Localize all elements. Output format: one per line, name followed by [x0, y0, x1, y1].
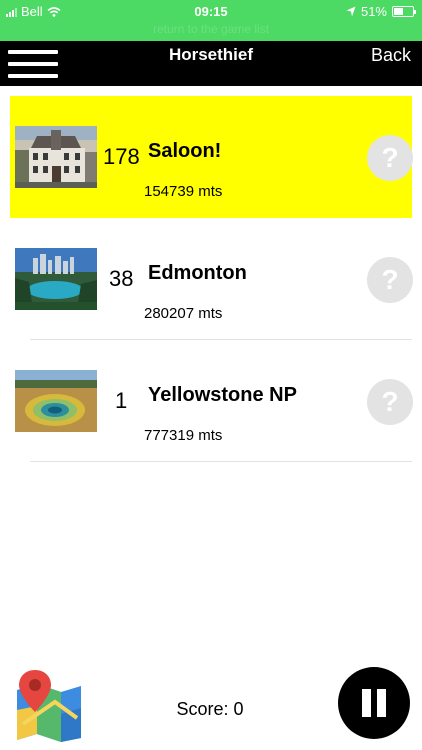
visit-count: 38 — [109, 266, 134, 291]
list-item[interactable]: 1 Yellowstone NP 777319 mts ? — [10, 340, 413, 462]
help-button[interactable]: ? — [367, 379, 413, 425]
status-bar: Bell 09:15 return to the game list 51% — [0, 0, 422, 41]
battery-icon — [392, 6, 416, 17]
nav-bar: Horsethief Back — [0, 41, 422, 86]
yellowstone-spring-photo — [15, 370, 97, 432]
edmonton-skyline-photo — [15, 248, 97, 310]
pause-button[interactable] — [338, 667, 410, 739]
destination-name: Edmonton — [148, 262, 247, 284]
location-arrow-icon — [346, 6, 356, 17]
destination-distance: 280207 mts — [144, 305, 223, 322]
pause-icon — [377, 689, 386, 717]
saloon-photo — [15, 126, 97, 188]
score-label: Score: 0 — [176, 699, 244, 719]
nav-title: Horsethief — [168, 45, 254, 64]
battery-percent: 51% — [360, 4, 387, 19]
status-right: 51% — [346, 4, 416, 19]
row-divider — [30, 461, 412, 462]
help-button[interactable]: ? — [367, 257, 413, 303]
visit-count: 1 — [115, 388, 128, 413]
battery-fill — [394, 8, 403, 15]
pause-icon — [362, 689, 371, 717]
status-ghost-text: return to the game list — [152, 22, 270, 36]
list-item[interactable]: 38 Edmonton 280207 mts ? — [10, 218, 413, 340]
destination-name: Saloon! — [148, 140, 222, 162]
destination-name: Yellowstone NP — [148, 384, 297, 406]
back-button[interactable]: Back — [371, 45, 411, 66]
destination-distance: 777319 mts — [144, 427, 223, 444]
destination-distance: 154739 mts — [144, 183, 223, 200]
list-item[interactable]: 178 Saloon! 154739 mts ? — [10, 96, 413, 218]
map-pin-icon[interactable] — [15, 670, 83, 742]
visit-count: 178 — [103, 144, 140, 169]
help-button[interactable]: ? — [367, 135, 413, 181]
